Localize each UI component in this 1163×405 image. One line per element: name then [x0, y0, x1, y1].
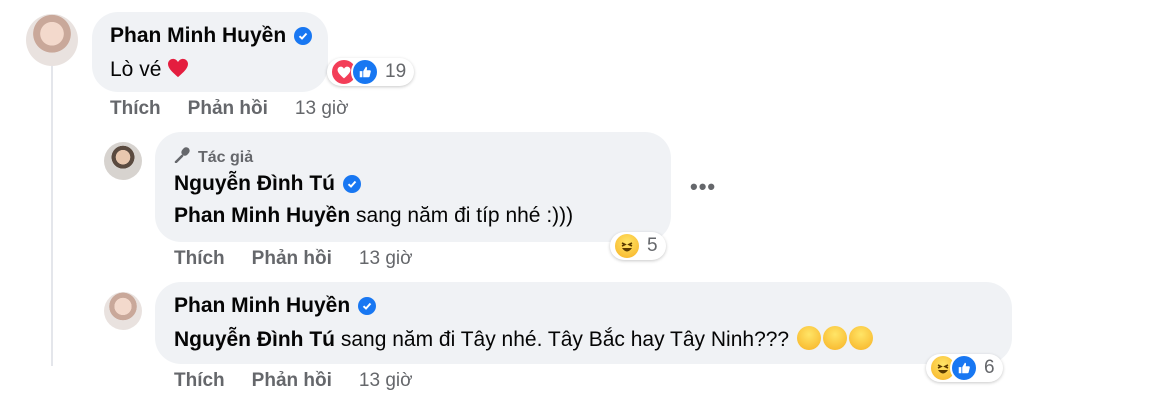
reaction-summary[interactable]: 19: [327, 58, 415, 86]
reply-button[interactable]: Phản hồi: [188, 98, 268, 120]
comment-text: Lò vé: [110, 58, 189, 82]
author-tag-label: Tác giả: [198, 148, 254, 166]
reply-author[interactable]: Phan Minh Huyền: [174, 294, 377, 318]
heart-emoji-icon: [161, 58, 189, 81]
comment-body: Lò vé: [110, 58, 162, 81]
like-button[interactable]: Thích: [110, 98, 161, 120]
author-name[interactable]: Phan Minh Huyền: [174, 294, 350, 318]
reply-button[interactable]: Phản hồi: [252, 248, 332, 270]
haha-emoji-icon: [848, 326, 873, 350]
thread-line: [51, 66, 53, 366]
mention-link[interactable]: Phan Minh Huyền: [174, 204, 350, 227]
reaction-summary[interactable]: 6: [926, 354, 1003, 382]
reply-text: Nguyễn Đình Tú sang năm đi Tây nhé. Tây …: [174, 326, 873, 352]
author-tag: Tác giả: [174, 147, 253, 168]
reply-button[interactable]: Phản hồi: [252, 370, 332, 392]
reply-actions: Thích Phản hồi 13 giờ: [174, 248, 413, 270]
haha-emoji-icon: [796, 326, 821, 350]
like-button[interactable]: Thích: [174, 370, 225, 392]
reaction-count: 19: [385, 61, 407, 82]
comment-actions: Thích Phản hồi 13 giờ: [110, 98, 349, 120]
comment-author[interactable]: Phan Minh Huyền: [110, 24, 313, 48]
avatar[interactable]: [104, 292, 142, 330]
reply-timestamp[interactable]: 13 giờ: [359, 248, 413, 270]
reaction-count: 5: [647, 235, 658, 256]
more-options-icon[interactable]: •••: [690, 174, 716, 200]
avatar[interactable]: [104, 142, 142, 180]
reply-timestamp[interactable]: 13 giờ: [359, 370, 413, 392]
reaction-summary[interactable]: 5: [610, 232, 666, 260]
verified-badge-icon: [343, 175, 361, 193]
reply-text: Phan Minh Huyền sang năm đi típ nhé :))): [174, 204, 573, 228]
verified-badge-icon: [294, 27, 313, 45]
like-reaction-icon: [950, 354, 978, 382]
reply-author[interactable]: Nguyễn Đình Tú: [174, 172, 361, 196]
reaction-count: 6: [984, 357, 995, 378]
like-button[interactable]: Thích: [174, 248, 225, 270]
like-reaction-icon: [351, 58, 379, 86]
reply-actions: Thích Phản hồi 13 giờ: [174, 370, 413, 392]
author-name[interactable]: Nguyễn Đình Tú: [174, 172, 335, 196]
haha-emoji-icon: [822, 326, 847, 350]
reply-body: sang năm đi típ nhé :))): [350, 204, 574, 227]
reply-body: sang năm đi Tây nhé. Tây Bắc hay Tây Nin…: [335, 328, 795, 351]
haha-reaction-icon: [613, 232, 641, 260]
author-name[interactable]: Phan Minh Huyền: [110, 24, 286, 48]
mention-link[interactable]: Nguyễn Đình Tú: [174, 328, 335, 351]
avatar[interactable]: [26, 14, 78, 66]
verified-badge-icon: [358, 297, 377, 315]
microphone-icon: [174, 147, 192, 168]
comment-timestamp[interactable]: 13 giờ: [295, 98, 349, 120]
